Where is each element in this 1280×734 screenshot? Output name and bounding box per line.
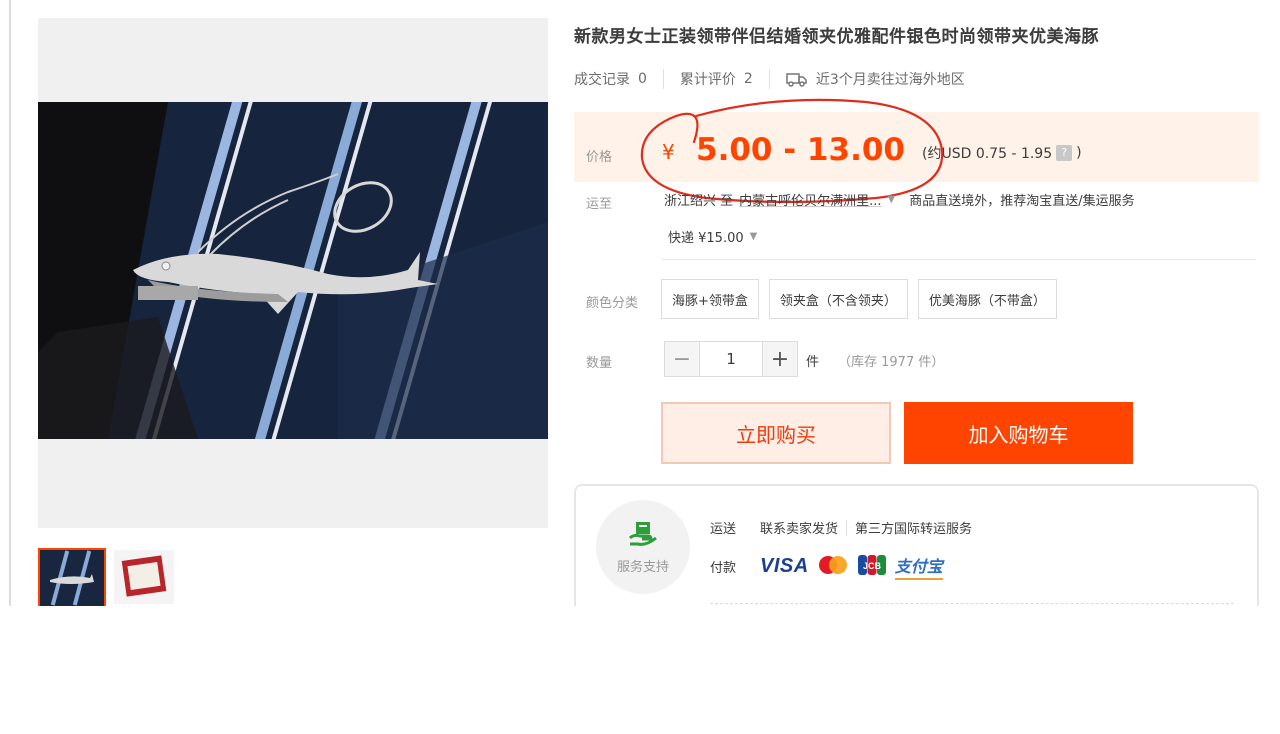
service-transfer-link[interactable]: 第三方国际转运服务 — [855, 518, 972, 537]
price-usd-text: (约USD 0.75 - 1.95 — [922, 146, 1053, 162]
product-title: 新款男女士正装领带伴侣结婚领夹优雅配件银色时尚领带夹优美海豚 — [574, 27, 1099, 47]
add-to-cart-button[interactable]: 加入购物车 — [904, 402, 1133, 464]
service-badge: 服务支持 — [596, 500, 690, 594]
service-payment-key: 付款 — [710, 561, 737, 576]
ship-to-label: 运至 — [586, 197, 613, 212]
svg-text:JCB: JCB — [863, 561, 882, 571]
service-icon — [628, 520, 658, 552]
product-page: 新款男女士正装领带伴侣结婚领夹优雅配件银色时尚领带夹优美海豚 成交记录 0 累计… — [0, 0, 1280, 734]
thumbnail-gift-box[interactable] — [112, 548, 176, 606]
service-separator — [846, 519, 848, 536]
price-usd-close: ) — [1076, 145, 1082, 161]
main-product-image[interactable] — [38, 102, 548, 439]
thumbnail-strip — [38, 548, 176, 608]
product-stats: 成交记录 0 累计评价 2 近3个月卖往过海外地区 — [574, 66, 981, 92]
price-label: 价格 — [586, 150, 613, 165]
alipay-icon: 支付宝 — [894, 553, 943, 580]
review-count-label: 累计评价 — [679, 72, 736, 88]
quantity-decrease-button[interactable]: − — [665, 342, 699, 376]
service-badge-label: 服务支持 — [616, 559, 669, 575]
visa-icon: VISA — [760, 555, 809, 577]
shipping-method-select[interactable]: 快递 ¥15.00 ▼ — [668, 227, 757, 246]
quantity-stepper: − + — [664, 341, 798, 377]
service-dashed-divider — [710, 603, 1234, 604]
service-shipping-key: 运送 — [710, 522, 737, 537]
thumbnail-dolphin-tie-clip[interactable] — [38, 548, 106, 608]
chevron-down-icon: ▼ — [749, 231, 758, 242]
direct-shipping-note: 商品直送境外，推荐淘宝直送/集运服务 — [909, 194, 1135, 209]
overseas-shipping-note: 近3个月卖往过海外地区 — [768, 69, 981, 89]
jcb-icon: JCB — [857, 554, 887, 580]
service-shipping-value: 联系卖家发货 — [760, 522, 839, 537]
price-usd: (约USD 0.75 - 1.95 ? ) — [922, 143, 1082, 163]
truck-icon — [786, 71, 808, 87]
page-left-border — [9, 0, 11, 606]
deal-record[interactable]: 成交记录 0 — [574, 69, 663, 89]
payment-methods: VISA JCB 支付宝 — [760, 553, 943, 580]
review-count[interactable]: 累计评价 2 — [662, 69, 769, 89]
price-band — [574, 112, 1259, 182]
service-payment-row: 付款 VISA JCB 支付宝 — [710, 553, 943, 580]
ship-destination-select[interactable]: 内蒙古呼伦贝尔满洲里... — [739, 190, 881, 209]
quantity-label: 数量 — [586, 356, 613, 371]
overseas-shipping-text: 近3个月卖往过海外地区 — [815, 72, 965, 88]
help-icon[interactable]: ? — [1056, 145, 1073, 161]
quantity-input[interactable] — [699, 342, 763, 376]
color-option-box-only[interactable]: 领夹盒（不含领夹） — [768, 279, 908, 319]
price-currency: ¥ — [662, 140, 675, 164]
quantity-increase-button[interactable]: + — [763, 342, 797, 376]
ship-to-row: 浙江绍兴 至 内蒙古呼伦贝尔满洲里... ▼ 商品直送境外，推荐淘宝直送/集运服… — [664, 190, 1135, 209]
color-option-dolphin-with-box[interactable]: 海豚+领带盒 — [661, 279, 759, 319]
deal-record-count: 0 — [638, 71, 647, 87]
ship-origin: 浙江绍兴 至 — [664, 194, 734, 209]
review-count-value: 2 — [743, 71, 753, 87]
stock-count: （库存 1977 件） — [838, 355, 945, 370]
quantity-unit: 件 — [806, 355, 820, 370]
buy-now-button[interactable]: 立即购买 — [661, 402, 891, 464]
color-option-dolphin-no-box[interactable]: 优美海豚（不带盒） — [917, 279, 1057, 319]
color-category-label: 颜色分类 — [586, 296, 639, 311]
shipping-method-value: 快递 ¥15.00 — [668, 231, 744, 246]
deal-record-label: 成交记录 — [574, 72, 630, 88]
blank-area — [0, 606, 1280, 734]
service-shipping-row: 运送 联系卖家发货 第三方国际转运服务 — [710, 518, 972, 537]
color-options: 海豚+领带盒 领夹盒（不含领夹） 优美海豚（不带盒） — [661, 279, 1057, 319]
mastercard-icon — [817, 555, 849, 579]
section-divider — [662, 259, 1256, 260]
chevron-down-icon[interactable]: ▼ — [888, 194, 896, 205]
price-range: 5.00 - 13.00 — [696, 132, 905, 168]
